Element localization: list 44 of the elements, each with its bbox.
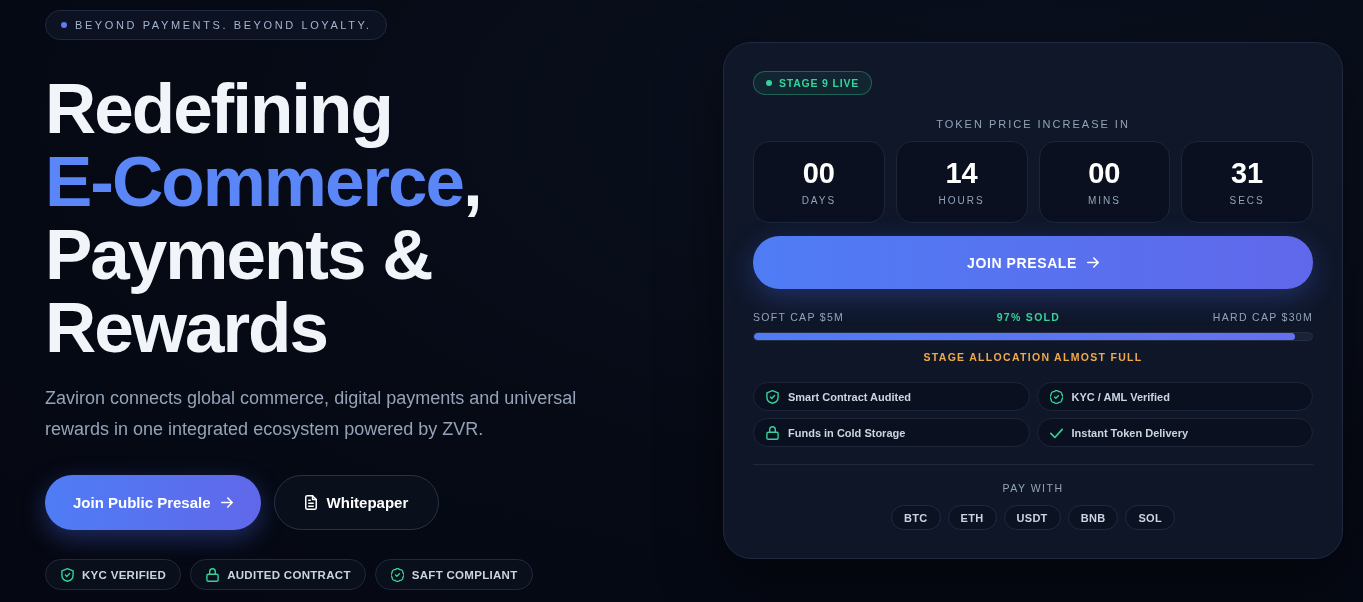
trust-badge-label: AUDITED CONTRACT [227, 568, 351, 581]
dot-icon [61, 22, 67, 28]
countdown-title: TOKEN PRICE INCREASE IN [936, 117, 1130, 132]
whitepaper-button[interactable]: Whitepaper [273, 475, 440, 530]
pay-with-label: PAY WITH [1002, 481, 1064, 495]
allocation-warning: STAGE ALLOCATION ALMOST FULL [923, 350, 1143, 365]
currency-chip: ETH [947, 505, 997, 530]
badge-check-icon [390, 567, 404, 582]
tagline-text: BEYOND PAYMENTS. BEYOND LOYALTY. [75, 19, 372, 31]
feature-label: Funds in Cold Storage [788, 426, 906, 439]
join-presale-button[interactable]: JOIN PRESALE [753, 236, 1313, 290]
countdown-value: 14 [945, 157, 978, 190]
countdown-unit: SECS [1229, 195, 1265, 208]
sold-percentage: 97% SOLD [996, 310, 1061, 325]
live-dot-icon [766, 80, 772, 87]
countdown-value: 00 [802, 157, 835, 190]
countdown-value: 31 [1231, 157, 1264, 190]
countdown-unit: HOURS [938, 195, 985, 208]
feature-label: Instant Token Delivery [1071, 426, 1189, 439]
currency-chip: SOL [1125, 505, 1175, 530]
arrow-right-icon [220, 497, 233, 508]
hard-cap-label: HARD CAP $30M [1212, 310, 1313, 325]
currency-chip: USDT [1003, 505, 1061, 530]
soft-cap-label: SOFT CAP $5M [753, 310, 845, 325]
trust-badge-label: SAFT COMPLIANT [411, 568, 518, 581]
join-presale-button[interactable]: Join Public Presale [45, 475, 261, 530]
stage-label: STAGE 9 LIVE [779, 77, 859, 90]
document-icon [304, 495, 317, 510]
feature-label: KYC / AML Verified [1071, 390, 1170, 403]
shield-check-icon [61, 567, 74, 582]
countdown-value: 00 [1088, 157, 1121, 190]
trust-badge-label: KYC VERIFIED [82, 568, 167, 581]
badge-check-icon [1049, 389, 1063, 404]
countdown-unit: MINS [1087, 195, 1121, 208]
currency-chip: BNB [1067, 505, 1119, 530]
currency-chip: BTC [891, 505, 941, 530]
lock-icon [766, 425, 779, 440]
lock-icon [206, 567, 220, 582]
countdown-unit: DAYS [801, 195, 837, 208]
headline: Redefining E-Commerce, Payments & Rewards [45, 72, 481, 364]
description-text: Zaviron connects global commerce, digital payments and universal rewards in one integrated ecosystem powered by ZVR. [45, 387, 578, 441]
feature-label: Smart Contract Audited [788, 390, 912, 403]
shield-check-icon [766, 389, 779, 404]
arrow-right-icon [1086, 257, 1099, 269]
